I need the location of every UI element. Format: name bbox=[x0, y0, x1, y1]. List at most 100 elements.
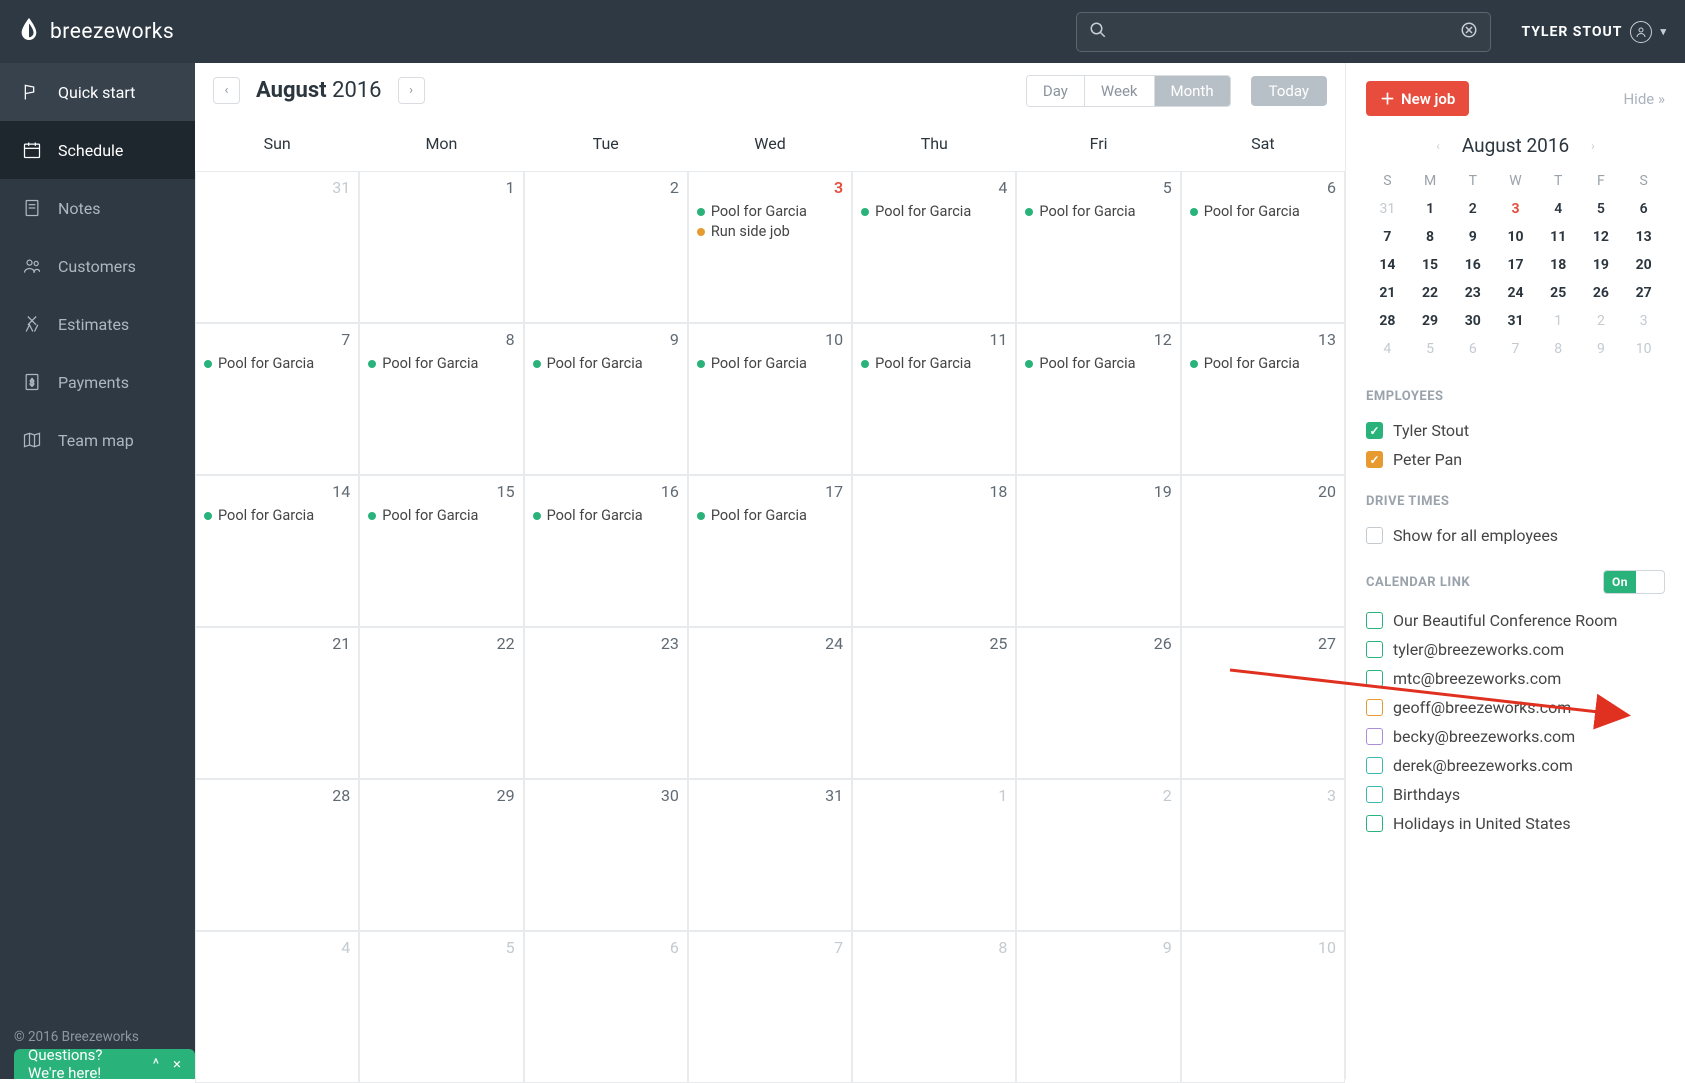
mini-day[interactable]: 10 bbox=[1622, 335, 1665, 363]
mini-day[interactable]: 7 bbox=[1366, 223, 1409, 251]
calendar-cell[interactable]: 10Pool for Garcia bbox=[688, 323, 852, 475]
help-widget[interactable]: Questions? We're here! ^ × bbox=[14, 1049, 195, 1079]
calendar-cell[interactable]: 21 bbox=[195, 627, 359, 779]
calendar-cell[interactable]: 27 bbox=[1181, 627, 1345, 779]
search-box[interactable] bbox=[1076, 12, 1491, 52]
calendar-cell[interactable]: 10 bbox=[1181, 931, 1345, 1083]
calendar-cell[interactable]: 25 bbox=[852, 627, 1016, 779]
clear-icon[interactable] bbox=[1460, 21, 1478, 43]
mini-day[interactable]: 2 bbox=[1580, 307, 1623, 335]
mini-day[interactable]: 25 bbox=[1537, 279, 1580, 307]
mini-day[interactable]: 2 bbox=[1451, 195, 1494, 223]
mini-day[interactable]: 11 bbox=[1537, 223, 1580, 251]
mini-day[interactable]: 6 bbox=[1451, 335, 1494, 363]
mini-day[interactable]: 27 bbox=[1622, 279, 1665, 307]
checkbox-icon[interactable] bbox=[1366, 670, 1383, 687]
calendar-row[interactable]: tyler@breezeworks.com bbox=[1366, 635, 1665, 664]
calendar-cell[interactable]: 1 bbox=[359, 171, 523, 323]
search-input[interactable] bbox=[1117, 23, 1460, 41]
calendar-cell[interactable]: 7 bbox=[688, 931, 852, 1083]
calendar-cell[interactable]: 3Pool for GarciaRun side job bbox=[688, 171, 852, 323]
calendar-event[interactable]: Pool for Garcia bbox=[368, 507, 514, 524]
calendar-row[interactable]: geoff@breezeworks.com bbox=[1366, 693, 1665, 722]
calendar-cell[interactable]: 13Pool for Garcia bbox=[1181, 323, 1345, 475]
mini-next-button[interactable]: › bbox=[1587, 135, 1599, 157]
mini-day[interactable]: 31 bbox=[1494, 307, 1537, 335]
checkbox-icon[interactable] bbox=[1366, 728, 1383, 745]
calendar-event[interactable]: Pool for Garcia bbox=[204, 507, 350, 524]
calendar-cell[interactable]: 5Pool for Garcia bbox=[1016, 171, 1180, 323]
mini-day[interactable]: 23 bbox=[1451, 279, 1494, 307]
calendar-cell[interactable]: 22 bbox=[359, 627, 523, 779]
mini-day[interactable]: 30 bbox=[1451, 307, 1494, 335]
calendar-cell[interactable]: 31 bbox=[195, 171, 359, 323]
calendar-event[interactable]: Pool for Garcia bbox=[368, 355, 514, 372]
calendar-cell[interactable]: 8Pool for Garcia bbox=[359, 323, 523, 475]
calendar-cell[interactable]: 30 bbox=[524, 779, 688, 931]
hide-panel-button[interactable]: Hide » bbox=[1623, 90, 1665, 108]
checkbox-icon[interactable] bbox=[1366, 422, 1383, 439]
employee-row[interactable]: Peter Pan bbox=[1366, 445, 1665, 474]
mini-day[interactable]: 4 bbox=[1366, 335, 1409, 363]
mini-day[interactable]: 15 bbox=[1409, 251, 1452, 279]
calendar-cell[interactable]: 9 bbox=[1016, 931, 1180, 1083]
calendar-event[interactable]: Pool for Garcia bbox=[697, 355, 843, 372]
mini-day[interactable]: 19 bbox=[1580, 251, 1623, 279]
mini-day[interactable]: 18 bbox=[1537, 251, 1580, 279]
calendar-event[interactable]: Run side job bbox=[697, 223, 843, 240]
sidebar-item-estimates[interactable]: Estimates bbox=[0, 295, 195, 353]
mini-day[interactable]: 6 bbox=[1622, 195, 1665, 223]
calendar-cell[interactable]: 2 bbox=[1016, 779, 1180, 931]
calendar-row[interactable]: Holidays in United States bbox=[1366, 809, 1665, 838]
calendar-event[interactable]: Pool for Garcia bbox=[533, 507, 679, 524]
calendar-cell[interactable]: 14Pool for Garcia bbox=[195, 475, 359, 627]
mini-day[interactable]: 22 bbox=[1409, 279, 1452, 307]
mini-day[interactable]: 4 bbox=[1537, 195, 1580, 223]
calendar-cell[interactable]: 6Pool for Garcia bbox=[1181, 171, 1345, 323]
sidebar-item-team-map[interactable]: Team map bbox=[0, 411, 195, 469]
mini-day[interactable]: 20 bbox=[1622, 251, 1665, 279]
calendar-event[interactable]: Pool for Garcia bbox=[533, 355, 679, 372]
calendar-cell[interactable]: 6 bbox=[524, 931, 688, 1083]
checkbox-icon[interactable] bbox=[1366, 612, 1383, 629]
calendar-cell[interactable]: 1 bbox=[852, 779, 1016, 931]
calendar-row[interactable]: mtc@breezeworks.com bbox=[1366, 664, 1665, 693]
today-button[interactable]: Today bbox=[1251, 76, 1327, 106]
sidebar-item-notes[interactable]: Notes bbox=[0, 179, 195, 237]
mini-day[interactable]: 12 bbox=[1580, 223, 1623, 251]
sidebar-item-payments[interactable]: $Payments bbox=[0, 353, 195, 411]
mini-day[interactable]: 14 bbox=[1366, 251, 1409, 279]
mini-day[interactable]: 26 bbox=[1580, 279, 1623, 307]
mini-day[interactable]: 7 bbox=[1494, 335, 1537, 363]
mini-day[interactable]: 16 bbox=[1451, 251, 1494, 279]
calendar-cell[interactable]: 31 bbox=[688, 779, 852, 931]
checkbox-icon[interactable] bbox=[1366, 699, 1383, 716]
calendar-row[interactable]: becky@breezeworks.com bbox=[1366, 722, 1665, 751]
checkbox-icon[interactable] bbox=[1366, 527, 1383, 544]
calendar-cell[interactable]: 19 bbox=[1016, 475, 1180, 627]
mini-day[interactable]: 10 bbox=[1494, 223, 1537, 251]
checkbox-icon[interactable] bbox=[1366, 757, 1383, 774]
checkbox-icon[interactable] bbox=[1366, 451, 1383, 468]
checkbox-icon[interactable] bbox=[1366, 641, 1383, 658]
calendar-event[interactable]: Pool for Garcia bbox=[204, 355, 350, 372]
sidebar-item-schedule[interactable]: Schedule bbox=[0, 121, 195, 179]
calendar-cell[interactable]: 5 bbox=[359, 931, 523, 1083]
calendar-event[interactable]: Pool for Garcia bbox=[861, 203, 1007, 220]
calendar-cell[interactable]: 2 bbox=[524, 171, 688, 323]
view-day-button[interactable]: Day bbox=[1027, 76, 1084, 106]
calendar-cell[interactable]: 8 bbox=[852, 931, 1016, 1083]
mini-day[interactable]: 9 bbox=[1580, 335, 1623, 363]
calendar-cell[interactable]: 4Pool for Garcia bbox=[852, 171, 1016, 323]
calendar-event[interactable]: Pool for Garcia bbox=[1190, 355, 1336, 372]
mini-day[interactable]: 8 bbox=[1537, 335, 1580, 363]
mini-day[interactable]: 1 bbox=[1537, 307, 1580, 335]
new-job-button[interactable]: ＋ New job bbox=[1366, 81, 1469, 116]
close-icon[interactable]: × bbox=[173, 1055, 181, 1073]
employee-row[interactable]: Tyler Stout bbox=[1366, 416, 1665, 445]
calendar-event[interactable]: Pool for Garcia bbox=[1190, 203, 1336, 220]
view-month-button[interactable]: Month bbox=[1154, 76, 1230, 106]
calendar-link-toggle[interactable]: On bbox=[1603, 570, 1665, 594]
sidebar-item-quick-start[interactable]: Quick start bbox=[0, 63, 195, 121]
mini-prev-button[interactable]: ‹ bbox=[1432, 135, 1444, 157]
